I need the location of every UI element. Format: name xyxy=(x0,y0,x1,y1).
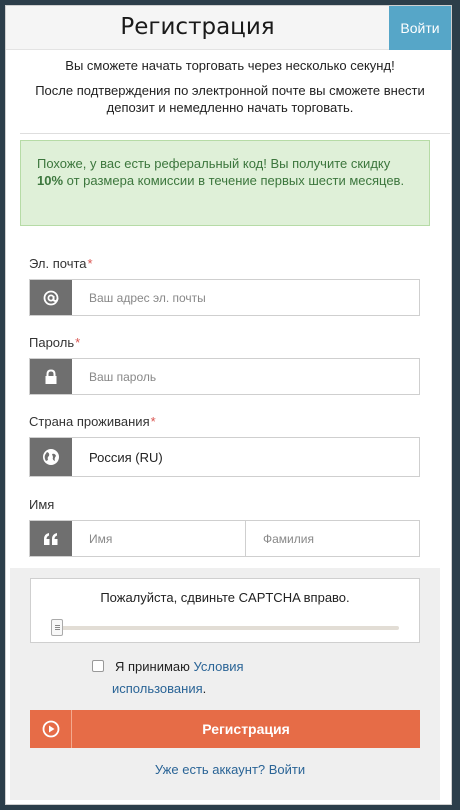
referral-alert-suffix: от размера комиссии в течение первых шес… xyxy=(63,173,405,188)
email-label: Эл. почта* xyxy=(29,256,93,271)
name-fields xyxy=(72,521,419,556)
name-input-group xyxy=(29,520,420,557)
terms-suffix: . xyxy=(202,681,207,696)
required-mark: * xyxy=(75,335,81,350)
name-label-text: Имя xyxy=(29,497,55,512)
referral-discount: 10% xyxy=(37,173,64,188)
name-label: Имя xyxy=(29,497,54,512)
password-input-group xyxy=(29,358,420,395)
captcha-box: Пожалуйста, сдвиньте CAPTCHA вправо. xyxy=(30,578,420,643)
country-select[interactable]: Россия (RU) xyxy=(29,437,420,477)
terms-link-cont[interactable]: использования xyxy=(112,681,203,696)
password-field[interactable] xyxy=(72,359,419,394)
required-mark: * xyxy=(87,256,93,271)
first-name-field[interactable] xyxy=(72,521,245,556)
login-link[interactable]: Уже есть аккаунт? Войти xyxy=(155,762,305,777)
country-value: Россия (RU) xyxy=(89,449,163,465)
play-circle-icon xyxy=(30,710,72,748)
password-label: Пароль* xyxy=(29,335,80,350)
referral-alert: Похоже, у вас есть реферальный код! Вы п… xyxy=(20,140,430,226)
modal-header: Регистрация Войти xyxy=(6,6,451,50)
email-label-text: Эл. почта xyxy=(29,256,87,271)
already-account: Уже есть аккаунт? Войти xyxy=(0,762,460,777)
country-label: Страна проживания* xyxy=(29,414,156,429)
email-field[interactable] xyxy=(72,280,419,315)
password-label-text: Пароль xyxy=(29,335,75,350)
terms-checkbox[interactable] xyxy=(92,660,104,672)
country-label-text: Страна проживания xyxy=(29,414,150,429)
email-input-group xyxy=(29,279,420,316)
page-title: Регистрация xyxy=(120,14,275,40)
terms-link[interactable]: Условия xyxy=(194,659,244,674)
lock-icon xyxy=(30,359,72,394)
intro-line-1: Вы сможете начать торговать через нескол… xyxy=(65,58,395,73)
captcha-slider-track[interactable] xyxy=(51,626,399,630)
referral-alert-prefix: Похоже, у вас есть реферальный код! Вы п… xyxy=(37,156,391,171)
register-button[interactable]: Регистрация xyxy=(30,710,420,748)
globe-icon xyxy=(30,438,72,476)
last-name-field[interactable] xyxy=(246,521,419,556)
captcha-slider-handle[interactable] xyxy=(51,619,63,636)
at-icon xyxy=(30,280,72,315)
quote-icon xyxy=(30,521,72,556)
divider xyxy=(20,133,450,134)
terms-prefix: Я принимаю xyxy=(115,659,194,674)
intro-line-2: После подтверждения по электронной почте… xyxy=(35,83,425,115)
captcha-instruction: Пожалуйста, сдвиньте CAPTCHA вправо. xyxy=(100,590,350,605)
login-button[interactable]: Войти xyxy=(389,6,451,50)
register-button-label: Регистрация xyxy=(202,721,290,737)
required-mark: * xyxy=(150,414,156,429)
